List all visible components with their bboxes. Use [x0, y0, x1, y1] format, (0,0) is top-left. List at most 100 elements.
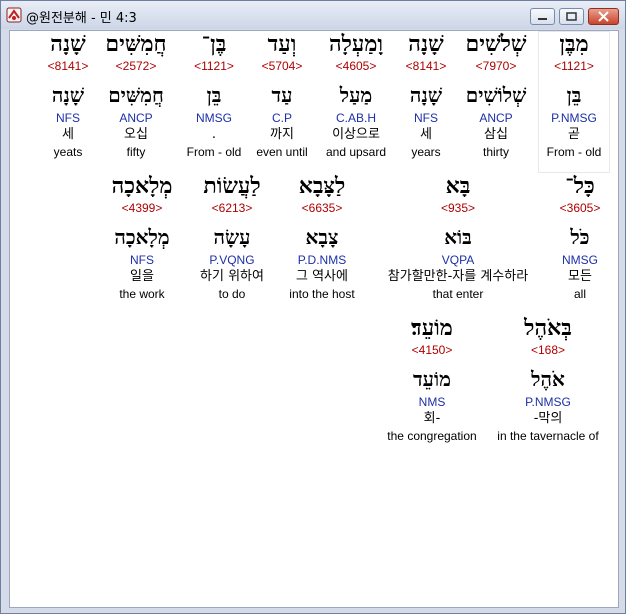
english-gloss: From - old [546, 145, 602, 159]
english-gloss: into the host [289, 287, 355, 301]
minimize-button[interactable] [530, 8, 555, 25]
english-gloss: fifty [126, 145, 146, 159]
strong-number[interactable]: <8141> [396, 58, 456, 74]
strong-number[interactable]: <7970> [456, 58, 536, 74]
hebrew-word[interactable]: שָׁנָה [40, 31, 96, 58]
hebrew-word[interactable]: כָּל־ [550, 173, 610, 200]
parsing: ANCP [119, 111, 153, 125]
english-gloss: that enter [432, 287, 484, 301]
korean-gloss: 이상으로 [332, 127, 380, 142]
lemma: חֲמִשִּׁים [108, 83, 164, 107]
english-gloss: the congregation [387, 429, 477, 443]
korean-gloss: 참가할만한-자를 계수하라 [387, 269, 529, 284]
strong-number[interactable]: <168> [492, 342, 604, 358]
title-bar[interactable]: @원전분해 - 민 4:3 [1, 1, 625, 29]
hebrew-word[interactable]: מִבֶּן [538, 31, 610, 58]
parsing: P.NMSG [551, 111, 597, 125]
hebrew-word[interactable]: בְּאֹהֶל [492, 315, 604, 342]
word-block[interactable]: בְּאֹהֶל <168> אֹהֶל P.NMSG -막의 in the t… [492, 315, 604, 444]
close-icon [598, 11, 609, 22]
lemma: כֹּל [570, 225, 590, 249]
english-gloss: thirty [482, 145, 509, 159]
hebrew-word[interactable]: לַעֲשׂוֹת [190, 173, 274, 200]
word-block[interactable]: שְׁלֹשִׁים <7970> שְׁלוֹשִׁים ANCP 삼십 th… [456, 31, 536, 160]
minimize-icon [538, 18, 547, 20]
korean-gloss: -막의 [533, 411, 563, 426]
strong-number[interactable]: <3605> [550, 200, 610, 216]
strong-number[interactable]: <1121> [180, 58, 248, 74]
hebrew-word[interactable]: בָּא [370, 173, 546, 200]
parsing: NMS [418, 395, 446, 409]
word-block[interactable]: שָׁנָה <8141> שָׁנָה NFS 세 years [396, 31, 456, 160]
word-block[interactable]: וָמַעְלָה <4605> מַעַל C.AB.H 이상으로 and u… [316, 31, 396, 160]
lemma: עָשָׂה [213, 225, 251, 249]
strong-number[interactable]: <4150> [380, 342, 484, 358]
app-window: @원전분해 - 민 4:3 מִבֶּן <1121> בֵּן P.NMSG … [0, 0, 626, 614]
parsing: P.VQNG [209, 253, 255, 267]
korean-gloss: 세 [62, 127, 74, 142]
korean-gloss: 오십 [124, 127, 148, 142]
korean-gloss: 회- [423, 411, 441, 426]
interlinear-panel[interactable]: מִבֶּן <1121> בֵּן P.NMSG 곧 From - old ש… [9, 30, 619, 608]
lemma: מַעַל [339, 83, 373, 107]
hebrew-word[interactable]: לַצָּבָא [282, 173, 362, 200]
hebrew-word[interactable]: מְלָאכָה [106, 173, 178, 200]
maximize-button[interactable] [559, 8, 584, 25]
hebrew-word[interactable]: וָמַעְלָה [316, 31, 396, 58]
lemma: בּוֹא [444, 225, 472, 249]
parsing: NFS [414, 111, 438, 125]
parsing: NMSG [196, 111, 232, 125]
lemma: עַד [271, 83, 293, 107]
lemma: שָׁנָה [51, 83, 85, 107]
word-block[interactable]: בָּא <935> בּוֹא VQPA 참가할만한-자를 계수하라 that… [370, 173, 546, 302]
word-block[interactable]: מִבֶּן <1121> בֵּן P.NMSG 곧 From - old [538, 31, 610, 173]
hebrew-word[interactable]: שָׁנָה [396, 31, 456, 58]
word-block[interactable]: מוֹעֵד׃ <4150> מוֹעֵד NMS 회- the congreg… [380, 315, 484, 444]
strong-number[interactable]: <6635> [282, 200, 362, 216]
app-icon [6, 7, 22, 23]
english-gloss: even until [256, 145, 308, 159]
lemma: מוֹעֵד [413, 367, 451, 391]
english-gloss: all [573, 287, 586, 301]
hebrew-word[interactable]: שְׁלֹשִׁים [456, 31, 536, 58]
strong-number[interactable]: <4605> [316, 58, 396, 74]
word-block[interactable]: שָׁנָה <8141> שָׁנָה NFS 세 yeats [40, 31, 96, 160]
word-block[interactable]: וְעַד <5704> עַד C.P 까지 even until [248, 31, 316, 160]
strong-number[interactable]: <8141> [40, 58, 96, 74]
strong-number[interactable]: <935> [370, 200, 546, 216]
lemma: שָׁנָה [409, 83, 443, 107]
lemma: אֹהֶל [531, 367, 565, 391]
english-gloss: to do [218, 287, 246, 301]
word-block[interactable]: מְלָאכָה <4399> מְלָאכָה NFS 일을 the work [106, 173, 178, 302]
hebrew-word[interactable]: חֲמִשִּׁים [102, 31, 170, 58]
parsing: NFS [56, 111, 80, 125]
korean-gloss: 그 역사에 [296, 269, 348, 284]
lemma: בֵּן [566, 83, 582, 107]
english-gloss: the work [119, 287, 165, 301]
hebrew-word[interactable]: מוֹעֵד׃ [380, 315, 484, 342]
maximize-icon [566, 12, 577, 21]
strong-number[interactable]: <1121> [538, 58, 610, 74]
close-button[interactable] [588, 8, 619, 25]
parsing: P.D.NMS [297, 253, 347, 267]
word-block[interactable]: לַעֲשׂוֹת <6213> עָשָׂה P.VQNG 하기 위하여 to… [190, 173, 274, 302]
hebrew-word[interactable]: בֶּן־ [180, 31, 248, 58]
parsing: NMSG [562, 253, 598, 267]
strong-number[interactable]: <6213> [190, 200, 274, 216]
word-block[interactable]: לַצָּבָא <6635> צָבָא P.D.NMS 그 역사에 into… [282, 173, 362, 302]
word-block[interactable]: כָּל־ <3605> כֹּל NMSG 모든 all [550, 173, 610, 302]
lemma: בֵּן [206, 83, 222, 107]
korean-gloss: 일을 [130, 269, 154, 284]
word-block[interactable]: חֲמִשִּׁים <2572> חֲמִשִּׁים ANCP 오십 fif… [102, 31, 170, 160]
english-gloss: and upsard [325, 145, 387, 159]
parsing: P.NMSG [525, 395, 571, 409]
strong-number[interactable]: <4399> [106, 200, 178, 216]
korean-gloss: 하기 위하여 [200, 269, 264, 284]
english-gloss: years [411, 145, 441, 159]
strong-number[interactable]: <5704> [248, 58, 316, 74]
strong-number[interactable]: <2572> [102, 58, 170, 74]
hebrew-word[interactable]: וְעַד [248, 31, 316, 58]
word-block[interactable]: בֶּן־ <1121> בֵּן NMSG . From - old [180, 31, 248, 160]
korean-gloss: 까지 [270, 127, 294, 142]
korean-gloss: . [211, 127, 217, 142]
